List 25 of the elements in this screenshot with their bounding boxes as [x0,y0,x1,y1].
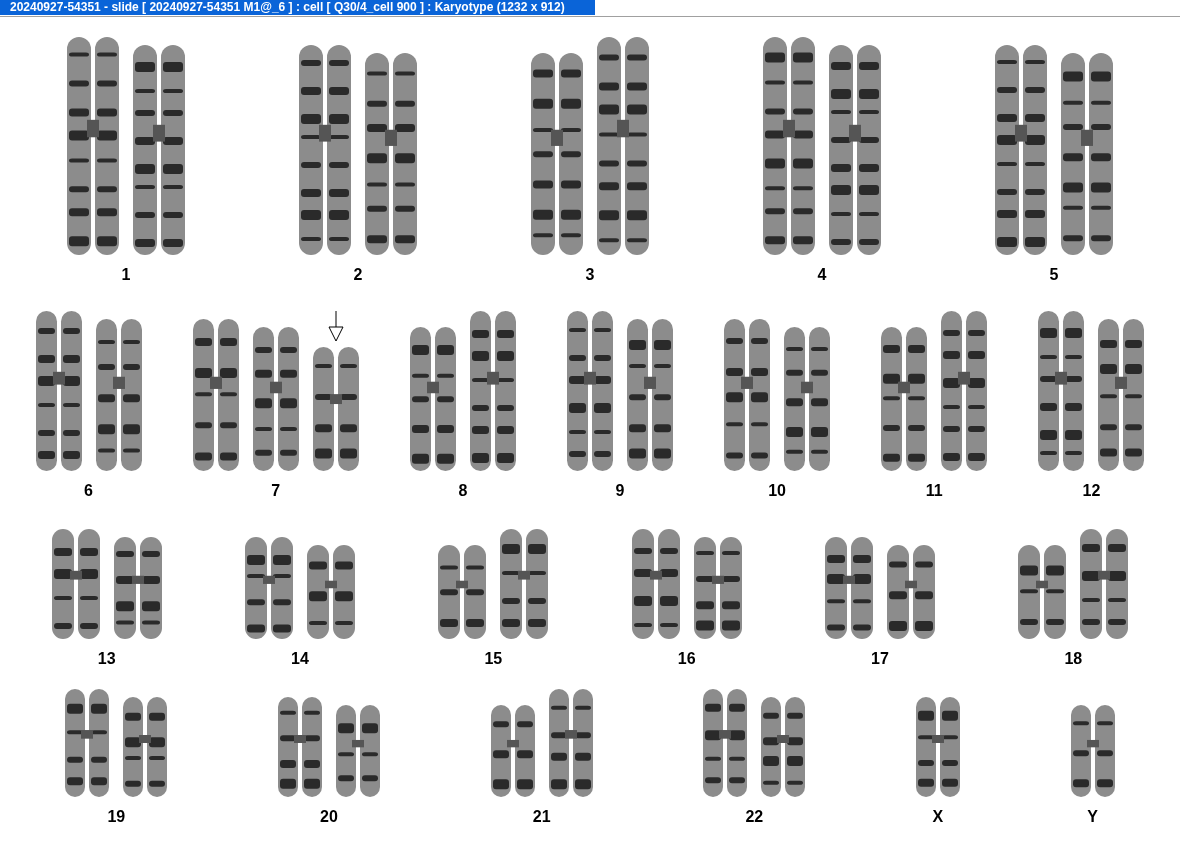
chromosome-label: 10 [768,481,786,501]
chromosome-label: 15 [484,649,503,669]
window-title: 20240927-54351 - slide [ 20240927-54351 M1@_6 ] : cell [ Q30/4_cell 900 ] : Karyotype (1232 x 912) [0,0,595,15]
chromosome-label: 1 [121,265,131,285]
chromosome-label: 21 [532,807,551,827]
chromosome-label: 20 [320,807,338,827]
chromosome-label: 13 [97,649,116,669]
chromosome-label: Y [1087,807,1098,827]
chromosome-label: 7 [271,481,281,501]
chromosome-label: 12 [1082,481,1101,501]
chromosome-label: 6 [84,481,93,501]
chromosome-label: 8 [458,481,468,501]
chromosome-label: 2 [353,265,363,285]
chromosome-label: 18 [1064,649,1083,669]
chromosome-label: 3 [585,265,595,285]
chromosome-label: X [932,807,944,827]
chromosome-label: 16 [677,649,696,669]
chromosome-label: 19 [107,807,126,827]
chromosome-label: 4 [817,265,827,285]
chromosome-label: 9 [615,481,625,501]
chromosome-label: 17 [871,649,889,669]
chromosome-label: 14 [291,649,309,669]
chromosome-label: 11 [925,481,943,501]
chromosome-label: 22 [745,807,764,827]
chromosome-label: 5 [1049,265,1059,285]
